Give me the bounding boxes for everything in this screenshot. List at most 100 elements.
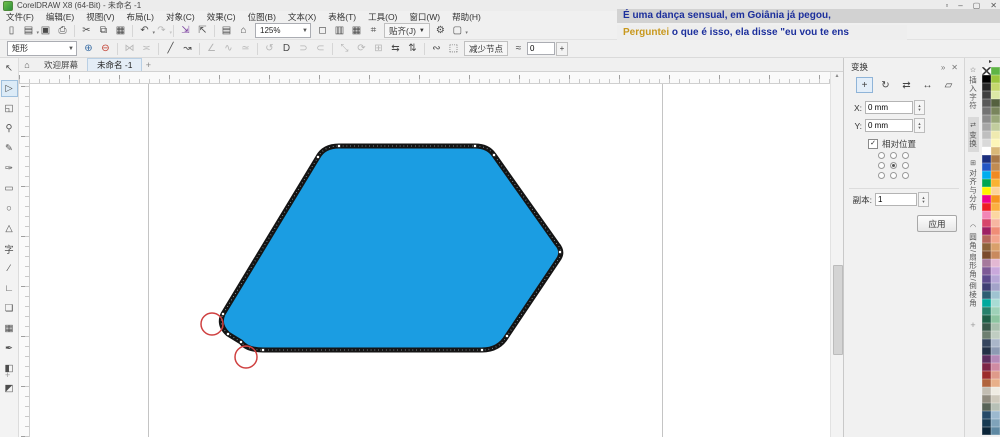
- palette-swatch[interactable]: [991, 411, 1000, 419]
- import-icon[interactable]: ⇲: [178, 24, 193, 38]
- palette-swatch[interactable]: [982, 235, 991, 243]
- menu-item[interactable]: 窗口(W): [403, 11, 446, 23]
- save-icon[interactable]: ▣: [38, 24, 53, 38]
- menu-item[interactable]: 帮助(H): [446, 11, 487, 23]
- add-node-icon[interactable]: ⊕: [81, 42, 96, 56]
- smart-fill-tool[interactable]: ◩: [1, 380, 18, 397]
- window-layout-icon[interactable]: ▢: [450, 24, 468, 38]
- palette-swatch[interactable]: [991, 83, 1000, 91]
- palette-swatch[interactable]: [982, 203, 991, 211]
- menu-item[interactable]: 位图(B): [242, 11, 282, 23]
- palette-swatch[interactable]: [982, 427, 991, 435]
- palette-swatch[interactable]: [991, 123, 1000, 131]
- palette-swatch[interactable]: [991, 195, 1000, 203]
- cut-icon[interactable]: ✂: [79, 24, 94, 38]
- palette-swatch[interactable]: [982, 355, 991, 363]
- palette-swatch[interactable]: [991, 91, 1000, 99]
- rotate-nodes-icon[interactable]: ⟳: [354, 42, 369, 56]
- horizontal-ruler[interactable]: [19, 72, 843, 84]
- app-launcher-icon[interactable]: ▤: [219, 24, 234, 38]
- palette-swatch[interactable]: [991, 203, 1000, 211]
- docker-tab-corners[interactable]: ◠ 圆角/扇形角/倒棱角: [968, 219, 979, 311]
- anchor-point-radio[interactable]: [878, 172, 885, 179]
- palette-swatch[interactable]: [982, 115, 991, 123]
- palette-swatch[interactable]: [991, 243, 1000, 251]
- palette-swatch[interactable]: [991, 147, 1000, 155]
- close-curve-icon[interactable]: D: [279, 42, 294, 56]
- export-icon[interactable]: ⇱: [195, 24, 210, 38]
- palette-swatch[interactable]: [991, 179, 1000, 187]
- palette-swatch[interactable]: [982, 243, 991, 251]
- new-tab-button[interactable]: +: [142, 58, 154, 71]
- palette-swatch[interactable]: [982, 99, 991, 107]
- menu-item[interactable]: 编辑(E): [40, 11, 80, 23]
- color-eyedropper-tool[interactable]: ✒: [1, 340, 18, 357]
- reverse-direction-icon[interactable]: ↺: [262, 42, 277, 56]
- skew-transform-icon[interactable]: ▱: [940, 77, 957, 93]
- palette-swatch[interactable]: [982, 195, 991, 203]
- palette-swatch[interactable]: [991, 131, 1000, 139]
- palette-swatch[interactable]: [991, 419, 1000, 427]
- menu-item[interactable]: 效果(C): [201, 11, 242, 23]
- palette-swatch[interactable]: [982, 155, 991, 163]
- options-gear-icon[interactable]: ⚙: [433, 24, 448, 38]
- palette-swatch[interactable]: [982, 275, 991, 283]
- palette-swatch[interactable]: [991, 259, 1000, 267]
- palette-swatch[interactable]: [982, 187, 991, 195]
- palette-swatch[interactable]: [982, 171, 991, 179]
- selection-mode-combo[interactable]: 矩形 ▼: [7, 41, 77, 56]
- palette-swatch[interactable]: [982, 179, 991, 187]
- palette-swatch[interactable]: [991, 387, 1000, 395]
- palette-swatch[interactable]: [991, 75, 1000, 83]
- palette-swatch[interactable]: [982, 131, 991, 139]
- palette-swatch[interactable]: [982, 299, 991, 307]
- palette-swatch[interactable]: [982, 259, 991, 267]
- palette-swatch[interactable]: [982, 347, 991, 355]
- join-nodes-icon[interactable]: ⋈: [122, 42, 137, 56]
- scroll-up-icon[interactable]: ▴: [831, 72, 843, 81]
- palette-swatch[interactable]: [982, 363, 991, 371]
- anchor-point-radio[interactable]: [878, 162, 885, 169]
- palette-swatch[interactable]: [991, 315, 1000, 323]
- print-icon[interactable]: ⎙: [55, 24, 70, 38]
- show-rulers-icon[interactable]: ▥: [332, 24, 347, 38]
- palette-swatch[interactable]: [991, 291, 1000, 299]
- new-document-icon[interactable]: ▯: [4, 24, 19, 38]
- menu-item[interactable]: 文本(X): [282, 11, 322, 23]
- vertical-ruler[interactable]: [19, 84, 30, 437]
- palette-swatch[interactable]: [982, 83, 991, 91]
- palette-swatch[interactable]: [991, 371, 1000, 379]
- docker-tab-align-distribute[interactable]: ⊞ 对齐与分布: [968, 155, 979, 216]
- extend-curve-close-icon[interactable]: ⊂: [313, 42, 328, 56]
- palette-swatch[interactable]: [991, 427, 1000, 435]
- docker-tab-transform[interactable]: ⇄ 变换: [967, 117, 979, 152]
- palette-swatch[interactable]: [982, 323, 991, 331]
- curve-smoothness-input[interactable]: [527, 42, 556, 55]
- menu-item[interactable]: 布局(L): [121, 11, 160, 23]
- rotate-transform-icon[interactable]: ↻: [877, 77, 894, 93]
- palette-swatch[interactable]: [991, 235, 1000, 243]
- palette-swatch[interactable]: [982, 403, 991, 411]
- palette-swatch[interactable]: [982, 147, 991, 155]
- shape-object[interactable]: [218, 143, 564, 353]
- reflect-h-icon[interactable]: ⇆: [388, 42, 403, 56]
- reflect-v-icon[interactable]: ⇅: [405, 42, 420, 56]
- copy-icon[interactable]: ⧉: [96, 24, 111, 38]
- text-tool[interactable]: 字: [1, 240, 18, 257]
- menu-item[interactable]: 对象(C): [160, 11, 201, 23]
- palette-swatch[interactable]: [982, 395, 991, 403]
- canvas-vertical-scrollbar[interactable]: ▴: [830, 72, 843, 437]
- palette-swatch[interactable]: [982, 163, 991, 171]
- palette-swatch[interactable]: [991, 307, 1000, 315]
- copies-input[interactable]: [875, 193, 917, 206]
- palette-swatch[interactable]: [991, 211, 1000, 219]
- tab-untitled-document[interactable]: 未命名 -1: [87, 58, 143, 71]
- palette-swatch[interactable]: [982, 75, 991, 83]
- menu-item[interactable]: 视图(V): [80, 11, 120, 23]
- palette-swatch[interactable]: [991, 403, 1000, 411]
- symmetric-node-icon[interactable]: ≃: [238, 42, 253, 56]
- extract-subpath-icon[interactable]: ⊃: [296, 42, 311, 56]
- palette-swatch[interactable]: [982, 331, 991, 339]
- palette-swatch[interactable]: [982, 291, 991, 299]
- palette-swatch[interactable]: [991, 283, 1000, 291]
